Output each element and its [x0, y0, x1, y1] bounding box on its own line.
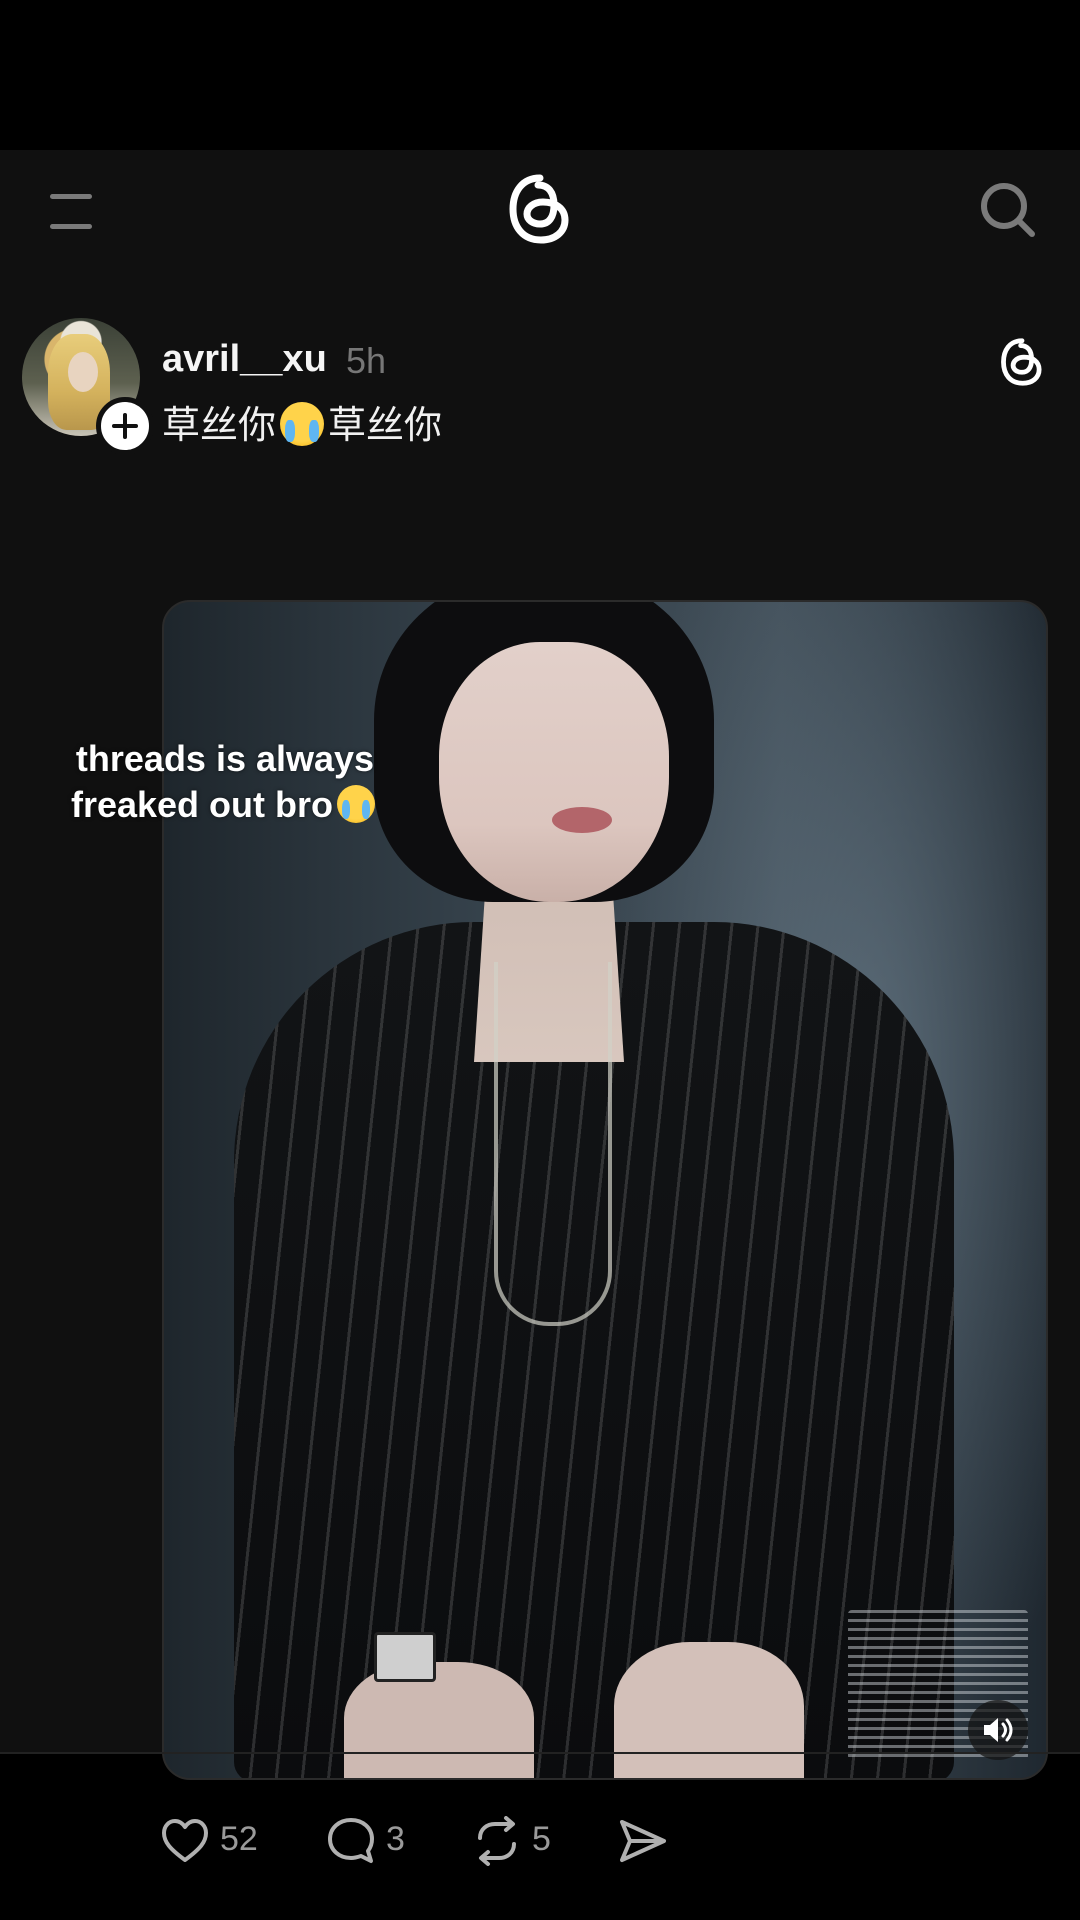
top-bar	[0, 150, 1080, 266]
divider	[0, 1752, 1080, 1754]
video-overlay-text: threads is always freaked out bro	[40, 736, 410, 828]
heart-icon	[162, 1819, 208, 1862]
overlay-line: freaked out bro	[70, 784, 334, 825]
threads-app: avril__xu 5h 草丝你 草丝你 threads is always f…	[0, 150, 1080, 1866]
thread-post: avril__xu 5h 草丝你 草丝你 threads is always f…	[0, 300, 1080, 1866]
comment-bubble-icon	[328, 1818, 374, 1863]
plus-icon[interactable]	[96, 397, 154, 455]
threads-logo-icon[interactable]	[505, 172, 575, 246]
username[interactable]: avril__xu	[162, 338, 327, 381]
repost-count: 5	[532, 1820, 551, 1858]
screen: avril__xu 5h 草丝你 草丝你 threads is always f…	[0, 0, 1080, 1920]
post-caption: 草丝你 草丝你	[162, 394, 442, 449]
action-bar: 52 3 5	[160, 1810, 980, 1870]
caption-text: 草丝你	[328, 403, 443, 447]
crying-face-icon	[280, 402, 325, 446]
search-icon[interactable]	[978, 180, 1038, 240]
threads-logo-icon	[1001, 338, 1042, 386]
repost-button[interactable]: 5	[472, 1810, 562, 1870]
speaker-icon[interactable]	[968, 1700, 1028, 1760]
like-button[interactable]: 52	[160, 1810, 270, 1870]
timestamp: 5h	[346, 340, 387, 381]
comment-button[interactable]: 3	[326, 1810, 416, 1870]
send-icon	[620, 1820, 666, 1862]
menu-icon[interactable]	[50, 192, 92, 232]
crying-face-icon	[337, 785, 376, 823]
caption-text: 草丝你	[162, 403, 277, 447]
repost-icon	[478, 1816, 516, 1866]
share-button[interactable]	[618, 1810, 678, 1870]
overlay-line: threads is always	[75, 738, 375, 779]
like-count: 52	[220, 1820, 258, 1858]
comment-count: 3	[386, 1820, 405, 1858]
